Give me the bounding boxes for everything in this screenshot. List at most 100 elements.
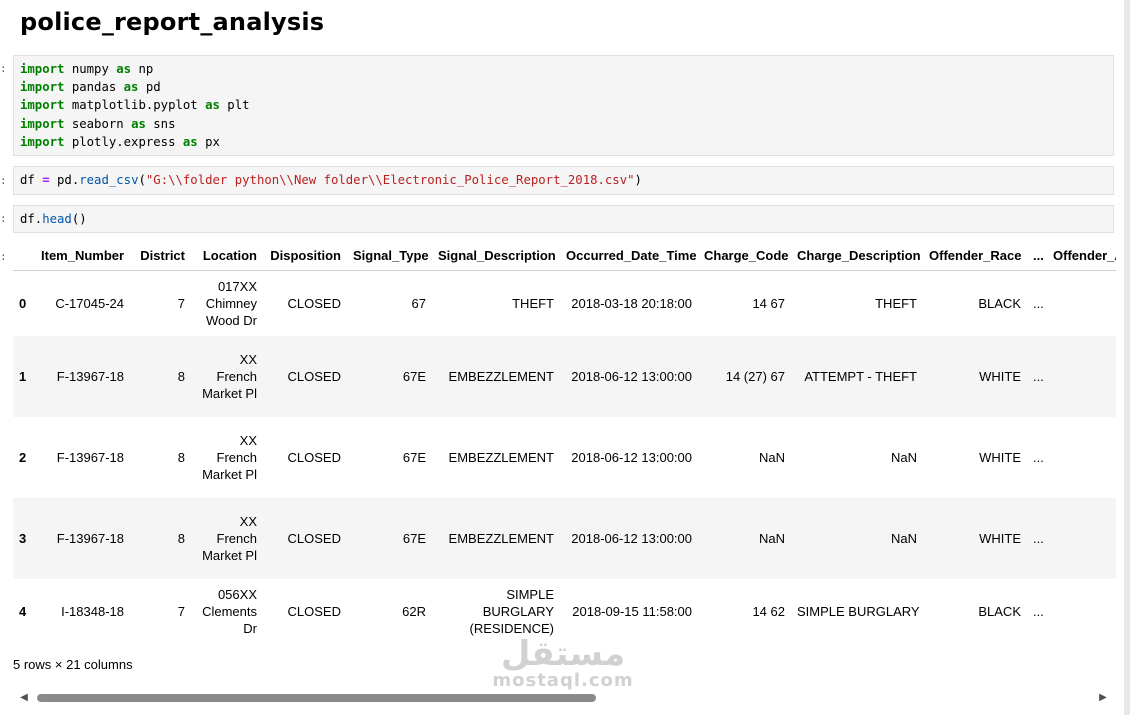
code-token: () [71, 212, 87, 226]
table-cell: 44 [1047, 335, 1116, 417]
code-token: pd. [49, 173, 80, 187]
table-cell: 8 [130, 497, 191, 579]
code-token: sns [145, 116, 176, 131]
row-index: 1 [13, 335, 35, 417]
code-token-kw: import [20, 62, 65, 76]
dataframe-output: Item_Number District Location Disposition Si… [13, 240, 1116, 655]
table-cell: 017XX Chimney Wood Dr [191, 270, 263, 336]
table-cell: 67E [347, 335, 432, 417]
code-line: import matplotlib.pyplot as plt [20, 96, 1107, 114]
table-cell: NaN [698, 416, 791, 498]
table-cell: EMBEZZLEMENT [432, 416, 560, 498]
table-cell: F-13967-18 [35, 416, 130, 498]
table-cell: BLACK [923, 578, 1027, 644]
code-token-kw: import [20, 80, 65, 95]
table-cell: CLOSED [263, 578, 347, 644]
table-cell: 44 [1047, 416, 1116, 498]
window-scrollbar-track[interactable] [1124, 0, 1130, 715]
table-cell: ATTEMPT - THEFT [791, 335, 923, 417]
column-header: Occurred_Date_Time [560, 240, 698, 271]
code-token-str: "G:\\folder python\\New folder\\Electron… [145, 173, 635, 187]
column-header: Item_Number [35, 240, 130, 271]
table-cell: 056XX Clements Dr [191, 578, 263, 644]
table-cell: 2018-03-18 20:18:00 [560, 270, 698, 336]
code-token: np [131, 62, 154, 76]
output-prompt-marker: : [0, 250, 7, 263]
table-row: 3 F-13967-18 8 XX French Market Pl CLOSED 67E… [13, 497, 1116, 579]
column-header: Offender_Race [923, 240, 1027, 271]
horizontal-scrollbar[interactable]: ◀ ▶ [13, 690, 1116, 706]
code-line: df = pd.read_csv("G:\\folder python\\New… [20, 171, 1107, 189]
table-cell: EMBEZZLEMENT [432, 497, 560, 579]
code-token: df. [20, 212, 43, 226]
table-cell: CLOSED [263, 270, 347, 336]
code-token-kw: import [20, 98, 65, 113]
code-token-kw: as [123, 80, 139, 95]
code-line: import pandas as pd [20, 78, 1107, 96]
code-line: import numpy as np [20, 60, 1107, 78]
table-cell: 7 [130, 270, 191, 336]
column-header: Signal_Description [432, 240, 560, 271]
table-cell: SIMPLE BURGLARY [791, 578, 923, 644]
code-token: plt [219, 98, 250, 113]
code-line: import seaborn as sns [20, 115, 1107, 133]
cell-prompt-marker: : [0, 212, 7, 225]
table-cell: 2018-06-12 13:00:00 [560, 497, 698, 579]
column-header: Disposition [263, 240, 347, 271]
code-token: seaborn [64, 116, 132, 131]
table-cell: THEFT [791, 270, 923, 336]
code-token-kw: as [116, 62, 132, 76]
table-cell: 2018-06-12 13:00:00 [560, 416, 698, 498]
table-cell: F-13967-18 [35, 497, 130, 579]
code-line: df.head() [20, 210, 1107, 228]
table-cell: 7 [130, 578, 191, 644]
table-cell: NaN [698, 497, 791, 579]
code-cell-read-csv[interactable]: df = pd.read_csv("G:\\folder python\\New… [13, 166, 1114, 195]
table-cell: WHITE [923, 416, 1027, 498]
watermark-latin: mostaql.com [492, 670, 634, 691]
code-token: px [197, 134, 220, 149]
table-cell: 62R [347, 578, 432, 644]
code-token-op: = [42, 173, 50, 187]
table-cell: 30 [1047, 578, 1116, 644]
code-token-fn: read_csv [79, 173, 139, 187]
dataframe-shape-text: 5 rows × 21 columns [13, 657, 133, 672]
table-cell: F-13967-18 [35, 335, 130, 417]
scrollbar-thumb[interactable] [37, 694, 596, 702]
code-cell-head[interactable]: df.head() [13, 205, 1114, 233]
table-cell: ... [1027, 497, 1047, 579]
code-token: pandas [64, 80, 124, 95]
row-index: 4 [13, 578, 35, 644]
table-cell: 67E [347, 416, 432, 498]
column-header: Charge_Code [698, 240, 791, 271]
row-index: 0 [13, 270, 35, 336]
code-token: df [20, 173, 43, 187]
table-cell: 8 [130, 335, 191, 417]
dataframe-table: Item_Number District Location Disposition Si… [13, 240, 1116, 644]
code-token-kw: as [131, 116, 146, 131]
table-cell: THEFT [432, 270, 560, 336]
scroll-left-arrow-icon[interactable]: ◀ [17, 690, 31, 706]
code-token-fn: head [42, 212, 72, 226]
row-index: 2 [13, 416, 35, 498]
table-cell: WHITE [923, 335, 1027, 417]
table-row: 2 F-13967-18 8 XX French Market Pl CLOSED 67E… [13, 416, 1116, 498]
column-header: Offender_Age [1047, 240, 1116, 271]
table-cell: CLOSED [263, 335, 347, 417]
table-cell: NaN [791, 416, 923, 498]
code-cell-imports[interactable]: import numpy as np import pandas as pd imp… [13, 55, 1114, 156]
code-line: import plotly.express as px [20, 133, 1107, 151]
table-cell: BLACK [923, 270, 1027, 336]
cell-prompt-marker: : [0, 174, 7, 187]
row-index: 3 [13, 497, 35, 579]
code-token: ( [138, 173, 146, 187]
code-token: numpy [64, 62, 117, 76]
table-cell: CLOSED [263, 416, 347, 498]
scroll-right-arrow-icon[interactable]: ▶ [1096, 690, 1110, 706]
table-cell: 2018-06-12 13:00:00 [560, 335, 698, 417]
table-cell: C-17045-24 [35, 270, 130, 336]
table-cell: I-18348-18 [35, 578, 130, 644]
table-row: 0 C-17045-24 7 017XX Chimney Wood Dr CLOSED 6… [13, 270, 1116, 336]
code-token-kw: as [182, 134, 198, 149]
code-token-kw: import [20, 116, 65, 131]
